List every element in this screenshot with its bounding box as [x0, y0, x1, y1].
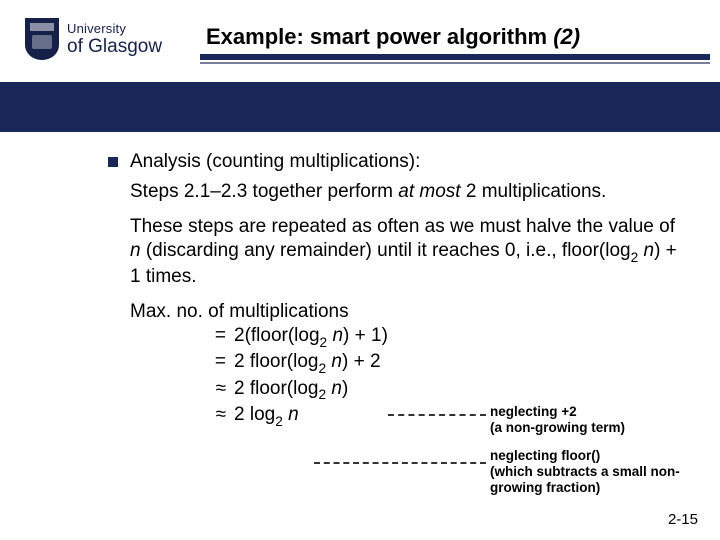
title-underline [200, 54, 710, 64]
bullet-text: Analysis (counting multiplications): [130, 150, 420, 174]
connector-line-2 [314, 462, 486, 464]
equation-line-2: = 2 floor(log2 n) + 2 [204, 350, 680, 376]
university-line2: of Glasgow [67, 37, 162, 56]
bullet-square-icon [108, 157, 118, 167]
university-name: University of Glasgow [67, 22, 162, 56]
page-number: 2-15 [668, 511, 698, 528]
header: University of Glasgow Example: smart pow… [0, 0, 720, 82]
bullet-item: Analysis (counting multiplications): [108, 150, 680, 174]
paragraph-2: These steps are repeated as often as we … [130, 215, 680, 290]
note-1: neglecting +2 (a non-growing term) [490, 404, 680, 436]
university-logo: University of Glasgow [25, 18, 162, 60]
equation-line-3: ≈ 2 floor(log2 n) [204, 377, 680, 403]
content-area: Analysis (counting multiplications): Ste… [108, 150, 680, 429]
connector-line-1 [388, 414, 486, 416]
side-notes: neglecting +2 (a non-growing term) negle… [490, 404, 680, 496]
note-2: neglecting floor() (which subtracts a sm… [490, 448, 680, 496]
header-band [0, 82, 720, 132]
equation-heading: Max. no. of multiplications [130, 300, 680, 324]
equation-line-1: = 2(floor(log2 n) + 1) [204, 324, 680, 350]
slide-title: Example: smart power algorithm (2) [206, 24, 580, 50]
paragraph-1: Steps 2.1–2.3 together perform at most 2… [130, 180, 680, 204]
crest-icon [25, 18, 59, 60]
university-line1: University [67, 22, 162, 35]
